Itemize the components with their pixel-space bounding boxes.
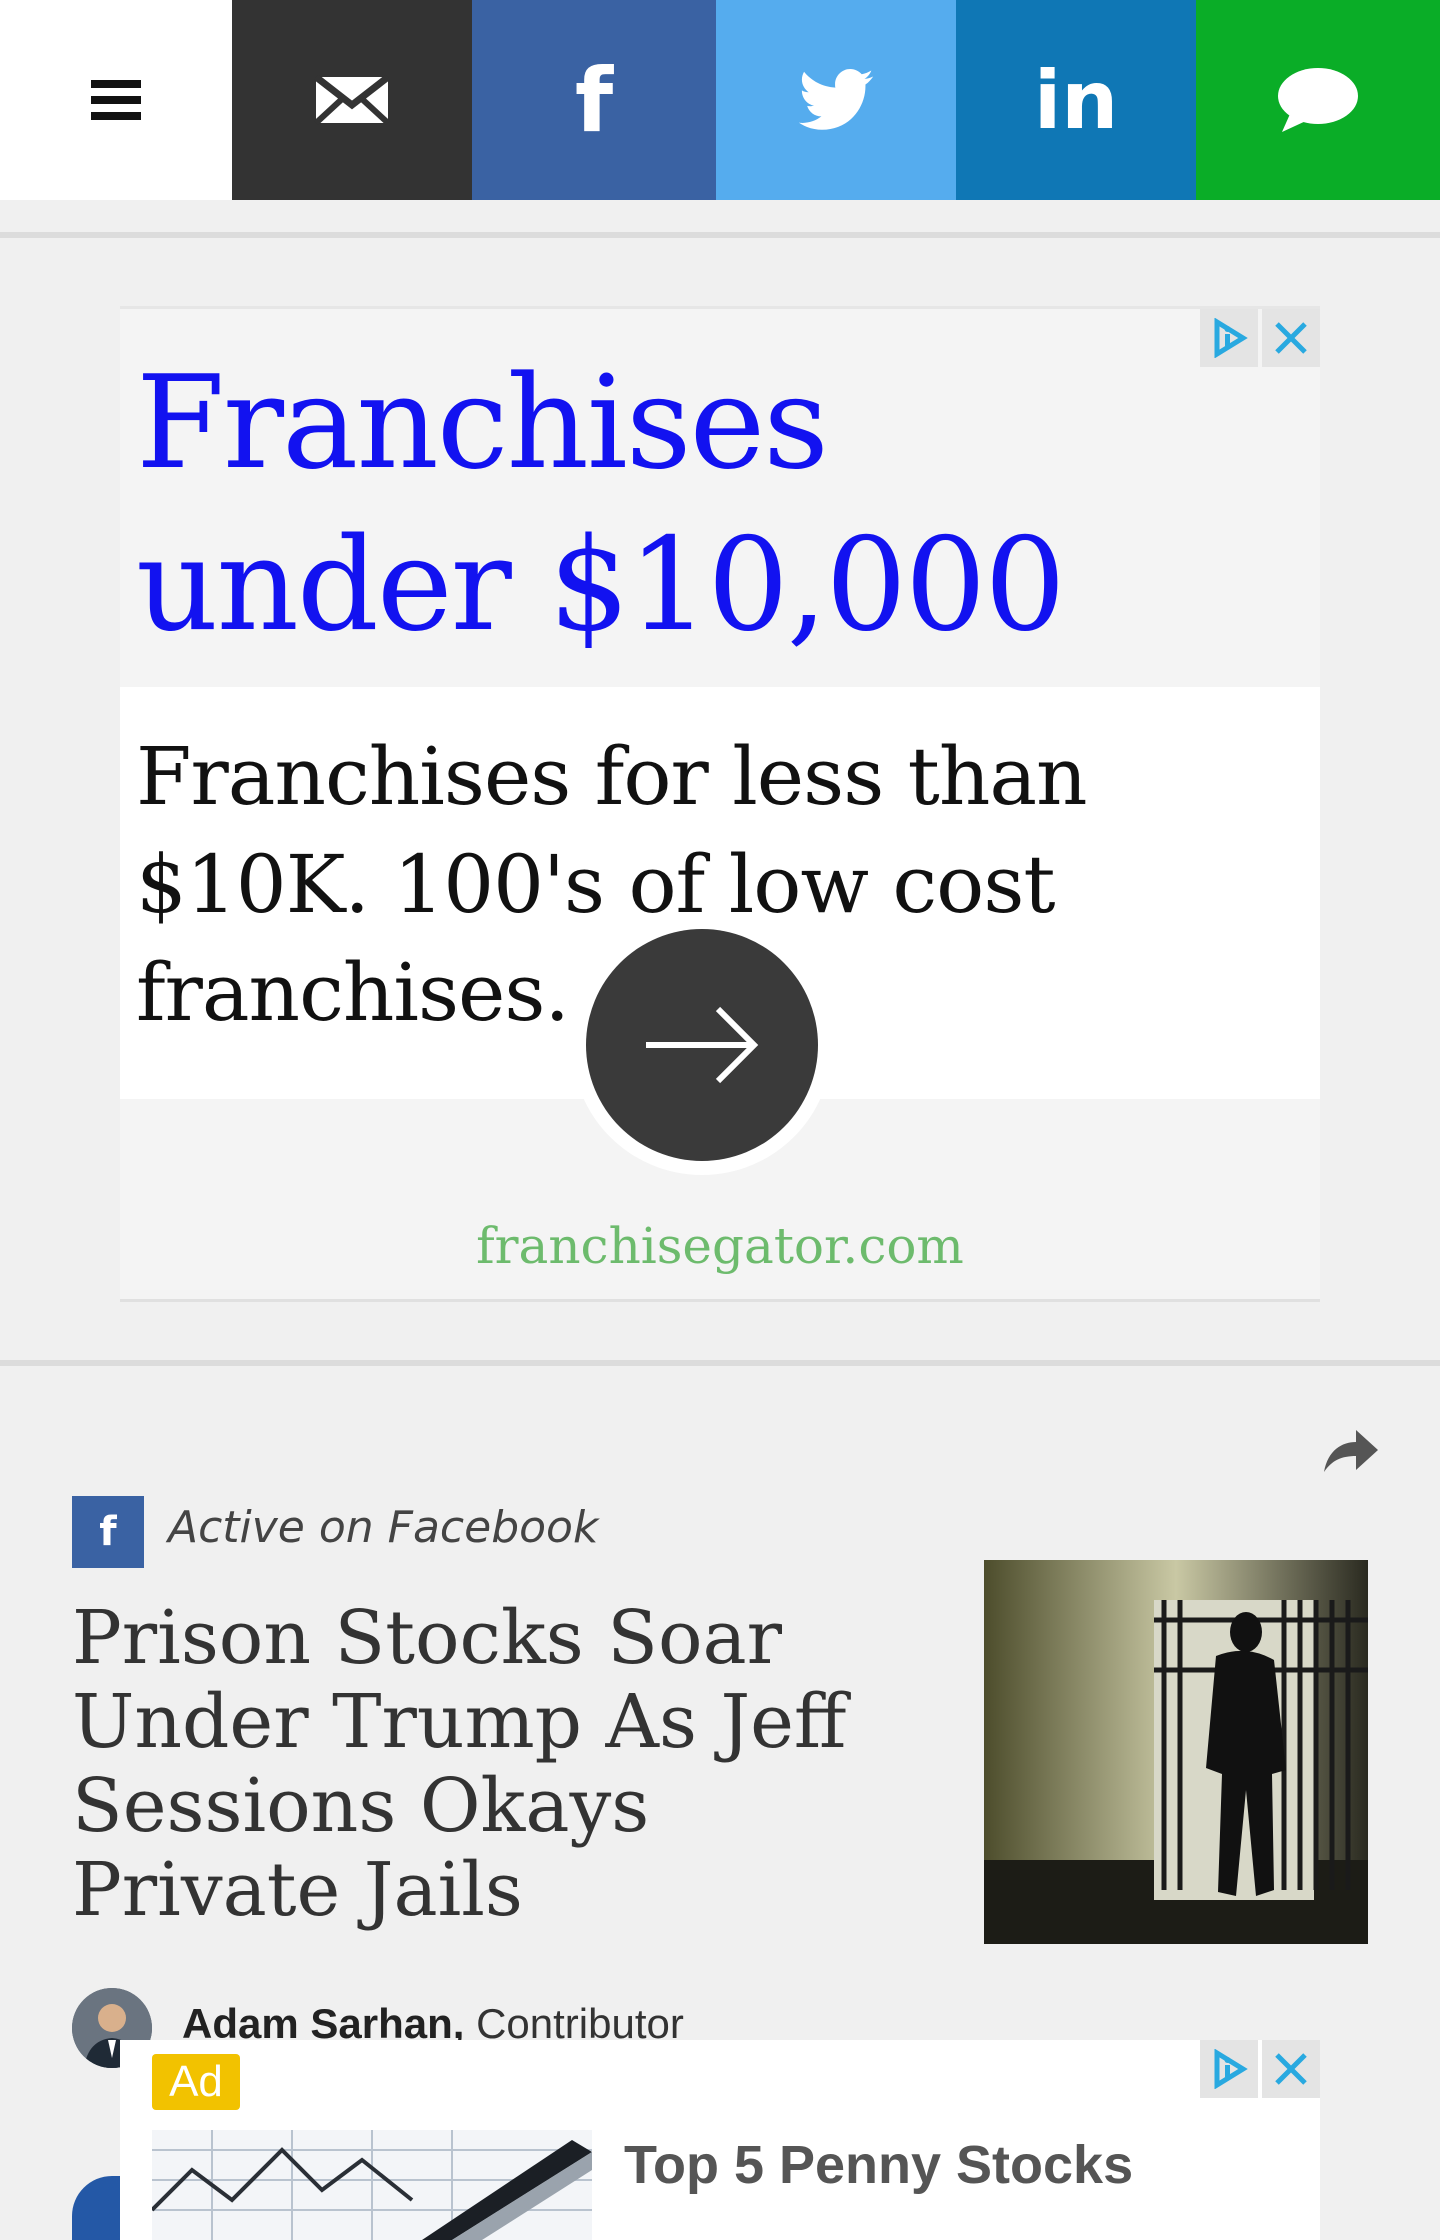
ad-cta-button[interactable]: [572, 915, 832, 1175]
email-share-button[interactable]: [232, 0, 472, 200]
chat-bubble-icon: [1278, 68, 1358, 132]
menu-button[interactable]: [0, 0, 232, 200]
hamburger-menu-icon: [91, 80, 141, 120]
envelope-icon: [314, 75, 390, 125]
share-toolbar: f in: [0, 0, 1440, 200]
ad-headline[interactable]: Franchises under $10,000: [136, 343, 1236, 667]
share-arrow-icon[interactable]: [1320, 1420, 1380, 1480]
section-divider: [0, 232, 1440, 238]
linkedin-icon: in: [1033, 53, 1119, 147]
section-divider: [0, 1360, 1440, 1366]
arrow-right-icon: [646, 1006, 759, 1084]
ad-close-icon[interactable]: [1262, 2040, 1320, 2098]
ad-badge: Ad: [152, 2054, 240, 2110]
ad-domain[interactable]: franchisegator.com: [120, 1217, 1320, 1275]
penny-stocks-ad[interactable]: Ad Top 5 Penny Stocks: [120, 2040, 1320, 2240]
facebook-icon: f: [574, 48, 614, 152]
facebook-share-button[interactable]: f: [472, 0, 716, 200]
twitter-share-button[interactable]: [716, 0, 956, 200]
article-thumbnail[interactable]: [984, 1560, 1368, 1944]
ad-title[interactable]: Top 5 Penny Stocks: [624, 2134, 1133, 2196]
franchise-ad[interactable]: Franchises under $10,000 Franchises for …: [120, 306, 1320, 1302]
article-title[interactable]: Prison Stocks Soar Under Trump As Jeff S…: [72, 1596, 932, 1932]
linkedin-share-button[interactable]: in: [956, 0, 1196, 200]
twitter-bird-icon: [798, 69, 874, 130]
ad-close-icon[interactable]: [1262, 309, 1320, 367]
facebook-source-icon: f: [72, 1496, 144, 1568]
sms-share-button[interactable]: [1196, 0, 1440, 200]
ad-thumbnail: [152, 2130, 592, 2240]
ad-choices: [1200, 2040, 1320, 2098]
source-label: Active on Facebook: [168, 1502, 599, 1553]
adchoices-icon[interactable]: [1200, 2040, 1258, 2098]
